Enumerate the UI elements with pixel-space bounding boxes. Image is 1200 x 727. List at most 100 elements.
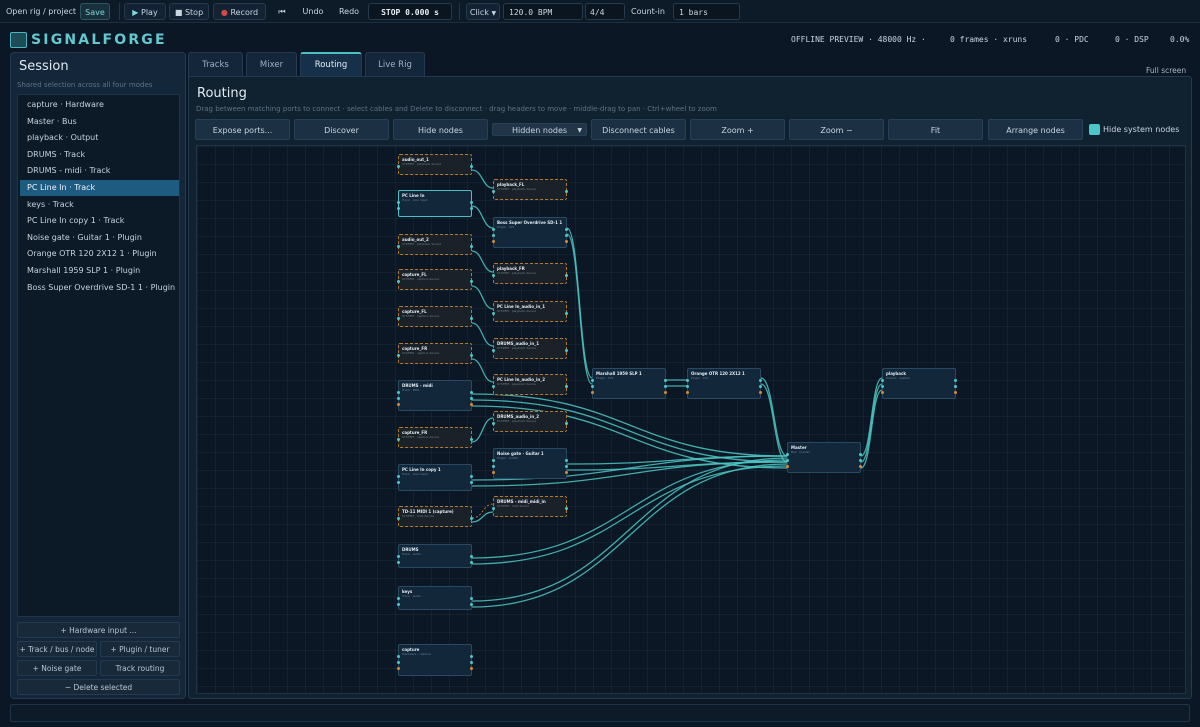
cable[interactable] <box>760 383 788 463</box>
arrange-nodes-button[interactable]: Arrange nodes <box>988 119 1083 140</box>
midi-cable[interactable] <box>471 503 494 519</box>
graph-node[interactable]: playback_FL SYSTEM · playback device <box>492 179 568 200</box>
fit-button[interactable]: Fit <box>888 119 983 140</box>
graph-port[interactable] <box>470 438 473 441</box>
graph-port[interactable] <box>397 603 400 606</box>
tab-tracks[interactable]: Tracks <box>188 52 243 76</box>
stop-button[interactable]: ■ Stop <box>169 3 209 20</box>
graph-node[interactable]: Master Bus · master <box>786 442 862 473</box>
graph-port[interactable] <box>492 422 495 425</box>
graph-node[interactable]: capture_FL SYSTEM · capture device <box>397 269 473 290</box>
hide-nodes-button[interactable]: Hide nodes <box>393 119 488 140</box>
graph-port[interactable] <box>397 403 400 406</box>
graph-port[interactable] <box>470 597 473 600</box>
cable[interactable] <box>471 205 494 229</box>
graph-port[interactable] <box>492 312 495 315</box>
graph-node[interactable]: Noise gate · Guitar 1 Plugin · builtin <box>492 448 568 479</box>
graph-port[interactable] <box>397 667 400 670</box>
graph-port[interactable] <box>470 481 473 484</box>
graph-port[interactable] <box>397 201 400 204</box>
cable[interactable] <box>860 389 883 469</box>
graph-port[interactable] <box>859 465 862 468</box>
click-dropdown[interactable]: Click ▼ <box>466 3 500 20</box>
graph-port[interactable] <box>397 317 400 320</box>
graph-port[interactable] <box>492 274 495 277</box>
graph-port[interactable] <box>492 471 495 474</box>
hide-system-nodes-checkbox[interactable] <box>1089 124 1100 135</box>
graph-port[interactable] <box>470 397 473 400</box>
graph-node[interactable]: capture_FR SYSTEM · capture device <box>397 343 473 364</box>
graph-port[interactable] <box>759 391 762 394</box>
session-list-item[interactable]: PC Line In · Track <box>20 180 179 196</box>
cable[interactable] <box>471 358 494 383</box>
cable[interactable] <box>471 285 494 310</box>
graph-node[interactable]: audio_out_1 SYSTEM · playback device <box>397 154 473 175</box>
cable[interactable] <box>566 233 593 385</box>
add-track-button[interactable]: + Track / bus / node <box>17 641 97 657</box>
cable[interactable] <box>471 250 494 273</box>
session-list-item[interactable]: capture · Hardware <box>20 97 179 113</box>
countin-field[interactable]: 1 bars <box>673 3 740 20</box>
routing-canvas[interactable]: audio_out_1 SYSTEM · playback device PC Li… <box>196 145 1186 694</box>
session-list-item[interactable]: DRUMS · Track <box>20 147 179 163</box>
graph-node[interactable]: DRUMS - midi Track · MIDI <box>397 380 473 411</box>
graph-port[interactable] <box>470 354 473 357</box>
graph-node[interactable]: Orange OTR 120 2X12 1 Plugin · LV2 <box>686 368 762 399</box>
bpm-field[interactable]: 120.0 BPM <box>503 3 583 20</box>
graph-node[interactable]: playback_FR SYSTEM · playback device <box>492 263 568 284</box>
graph-port[interactable] <box>954 385 957 388</box>
graph-port[interactable] <box>664 385 667 388</box>
graph-port[interactable] <box>881 379 884 382</box>
add-plugin-button[interactable]: + Plugin / tuner <box>100 641 180 657</box>
graph-port[interactable] <box>470 391 473 394</box>
graph-port[interactable] <box>470 207 473 210</box>
graph-port[interactable] <box>565 507 568 510</box>
graph-port[interactable] <box>492 234 495 237</box>
fullscreen-button[interactable]: Full screen <box>1146 66 1186 75</box>
graph-port[interactable] <box>397 165 400 168</box>
graph-port[interactable] <box>492 240 495 243</box>
graph-node[interactable]: PC Line In Track · Line input <box>397 190 473 217</box>
add-hardware-input-button[interactable]: + Hardware input ... <box>17 622 180 638</box>
tab-routing[interactable]: Routing <box>300 52 362 76</box>
graph-port[interactable] <box>881 391 884 394</box>
session-list-item[interactable]: PC Line In copy 1 · Track <box>20 213 179 229</box>
session-list-item[interactable]: Orange OTR 120 2X12 1 · Plugin <box>20 246 179 262</box>
cable[interactable] <box>471 417 494 443</box>
graph-port[interactable] <box>859 453 862 456</box>
meter-field[interactable]: 4/4 <box>585 3 625 20</box>
graph-node[interactable]: capture_FL SYSTEM · capture device <box>397 306 473 327</box>
session-list-item[interactable]: Boss Super Overdrive SD-1 1 · Plugin <box>20 280 179 296</box>
graph-port[interactable] <box>686 379 689 382</box>
graph-port[interactable] <box>470 165 473 168</box>
graph-port[interactable] <box>591 385 594 388</box>
graph-port[interactable] <box>470 475 473 478</box>
discover-button[interactable]: Discover <box>294 119 389 140</box>
graph-node[interactable]: DRUMS_audio_in_2 SYSTEM · playback device <box>492 411 568 432</box>
graph-node[interactable]: capture Hardware · capture <box>397 644 473 676</box>
graph-node[interactable]: Marshall 1959 SLP 1 Plugin · LV2 <box>591 368 667 399</box>
graph-port[interactable] <box>470 661 473 664</box>
cable[interactable] <box>471 511 494 523</box>
redo-button[interactable]: Redo <box>334 3 364 20</box>
graph-node[interactable]: audio_out_2 SYSTEM · playback device <box>397 234 473 255</box>
graph-port[interactable] <box>397 207 400 210</box>
session-list-item[interactable]: DRUMS - midi · Track <box>20 163 179 179</box>
graph-port[interactable] <box>954 391 957 394</box>
rewind-icon[interactable]: ⏮ <box>272 3 292 20</box>
graph-node[interactable]: PC Line In_audio_in_1 SYSTEM · playback d… <box>492 301 568 322</box>
graph-port[interactable] <box>565 234 568 237</box>
graph-port[interactable] <box>397 438 400 441</box>
open-rig-button[interactable]: Open rig / project <box>6 3 76 20</box>
graph-port[interactable] <box>565 240 568 243</box>
graph-node[interactable]: PC Line In_audio_in_2 SYSTEM · playback d… <box>492 374 568 395</box>
graph-port[interactable] <box>470 280 473 283</box>
graph-port[interactable] <box>470 403 473 406</box>
undo-button[interactable]: Undo <box>298 3 328 20</box>
add-noise-gate-button[interactable]: + Noise gate <box>17 660 97 676</box>
graph-port[interactable] <box>565 459 568 462</box>
graph-port[interactable] <box>492 385 495 388</box>
graph-port[interactable] <box>954 379 957 382</box>
graph-port[interactable] <box>786 465 789 468</box>
graph-port[interactable] <box>759 385 762 388</box>
